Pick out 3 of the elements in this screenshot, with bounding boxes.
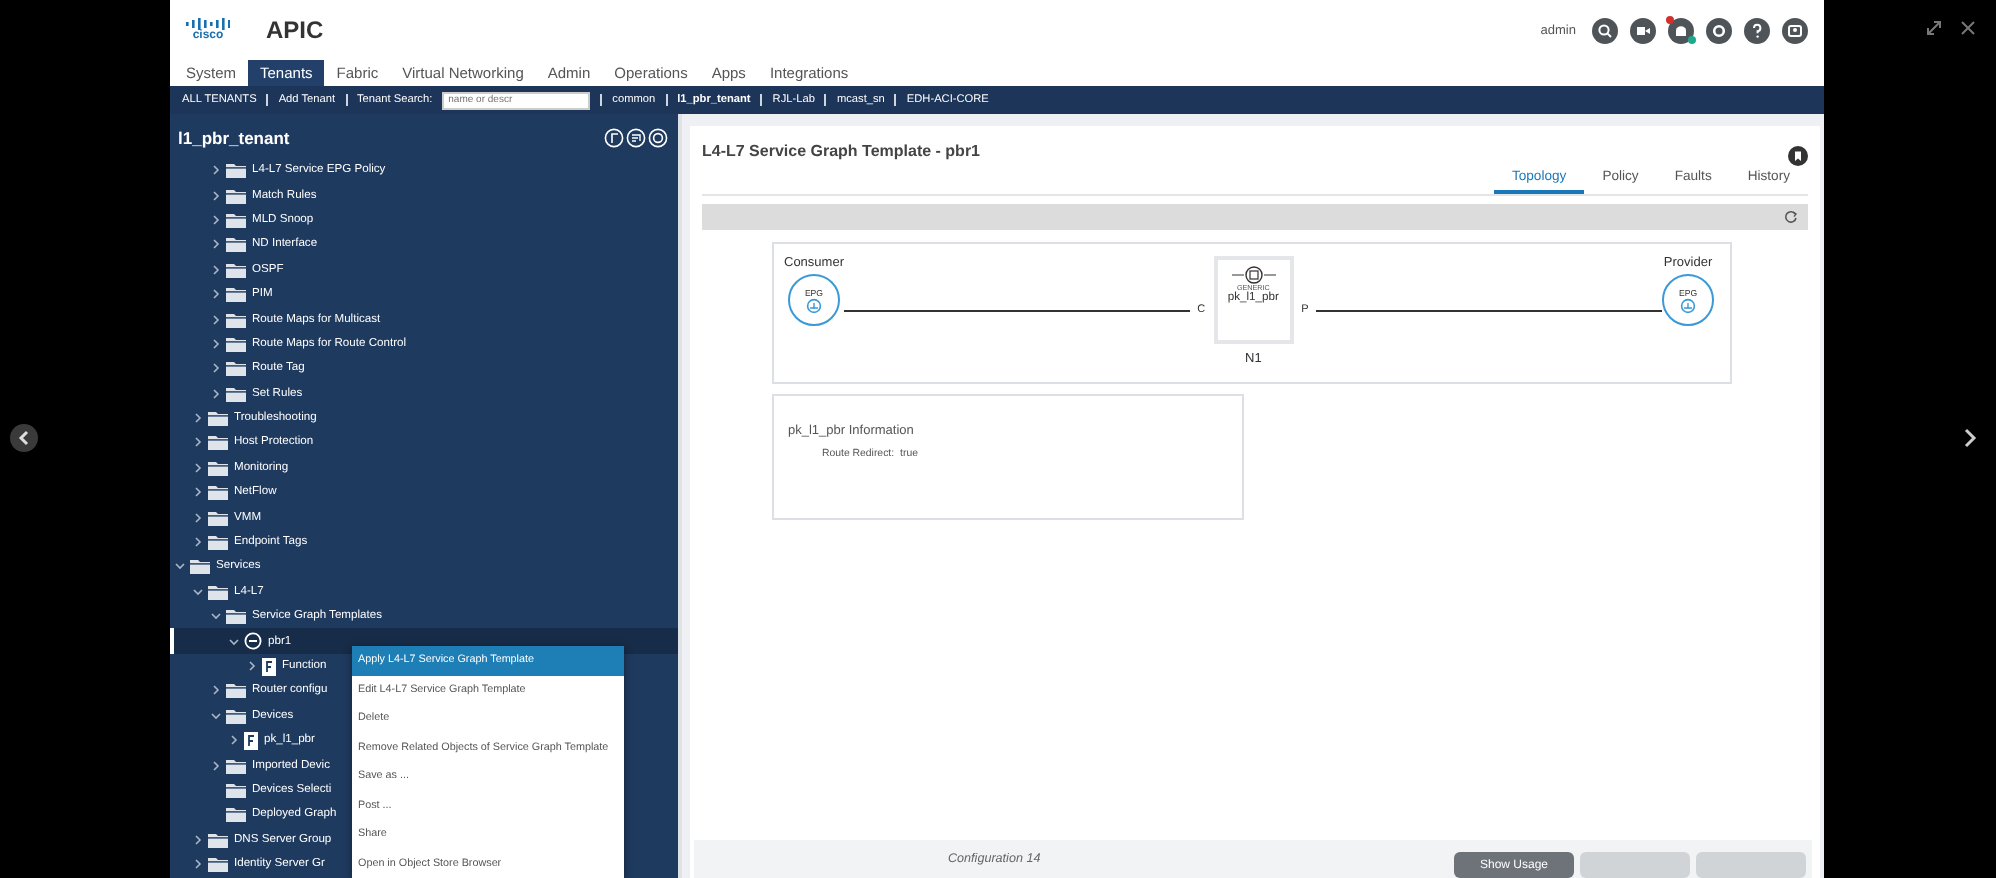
page-title: L4-L7 Service Graph Template - pbr1 (702, 142, 983, 160)
product-name: APIC (266, 16, 324, 44)
tenant-title: l1_pbr_tenant (178, 127, 292, 147)
